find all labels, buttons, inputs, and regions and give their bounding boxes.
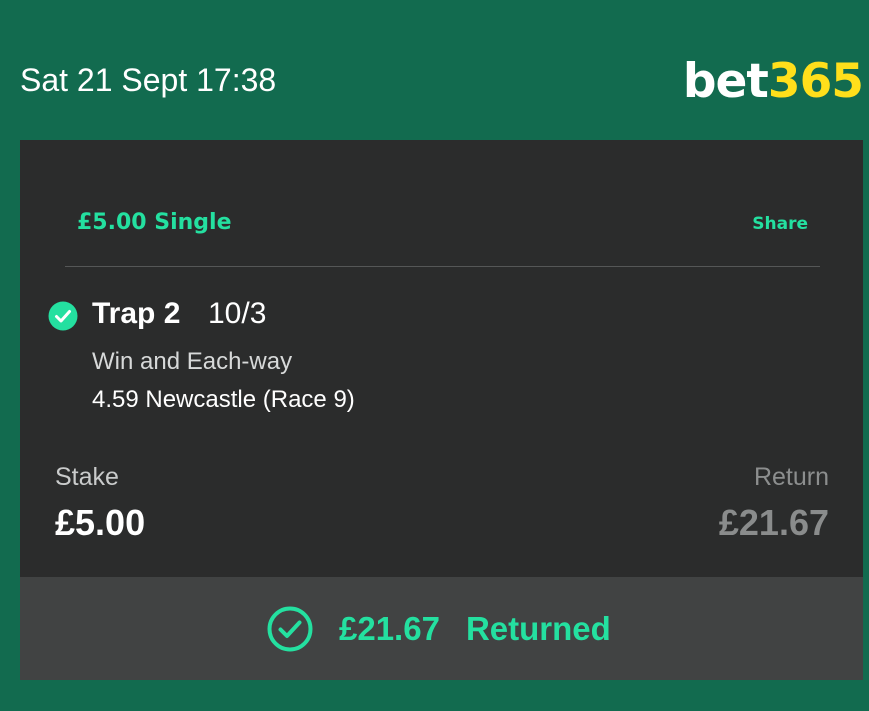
selection-odds: 10/3 [208,297,267,330]
returned-label: Returned [465,610,611,647]
check-circle-outline-icon [267,606,313,652]
return-value: £21.67 [718,502,829,543]
returned-banner: £21.67 Returned [20,577,863,680]
selection-market: Win and Each-way [92,348,293,375]
bet-receipt-card: £5.00 Single Share Trap 2 10/3 Win and E… [20,140,863,680]
selection-event: 4.59 Newcastle (Race 9) [92,386,355,413]
logo-bet-text: bet [682,54,769,109]
returned-amount: £21.67 [339,610,440,647]
header: Sat 21 Sept 17:38 bet365 [0,0,869,140]
logo-365-text: 365 [767,54,864,109]
return-label: Return [753,463,829,491]
share-button[interactable]: Share [752,213,808,235]
divider [65,266,820,267]
selection-name: Trap 2 [92,297,181,330]
bet-datetime: Sat 21 Sept 17:38 [20,62,277,98]
bet-details: £5.00 Single Share Trap 2 10/3 Win and E… [20,140,863,577]
returned-summary: £21.67 Returned [267,605,611,653]
bet-title: £5.00 Single [77,210,232,235]
stake-label: Stake [55,463,119,491]
bet365-logo: bet365 [682,54,864,110]
check-circle-icon [48,301,78,331]
stake-value: £5.00 [55,502,146,543]
